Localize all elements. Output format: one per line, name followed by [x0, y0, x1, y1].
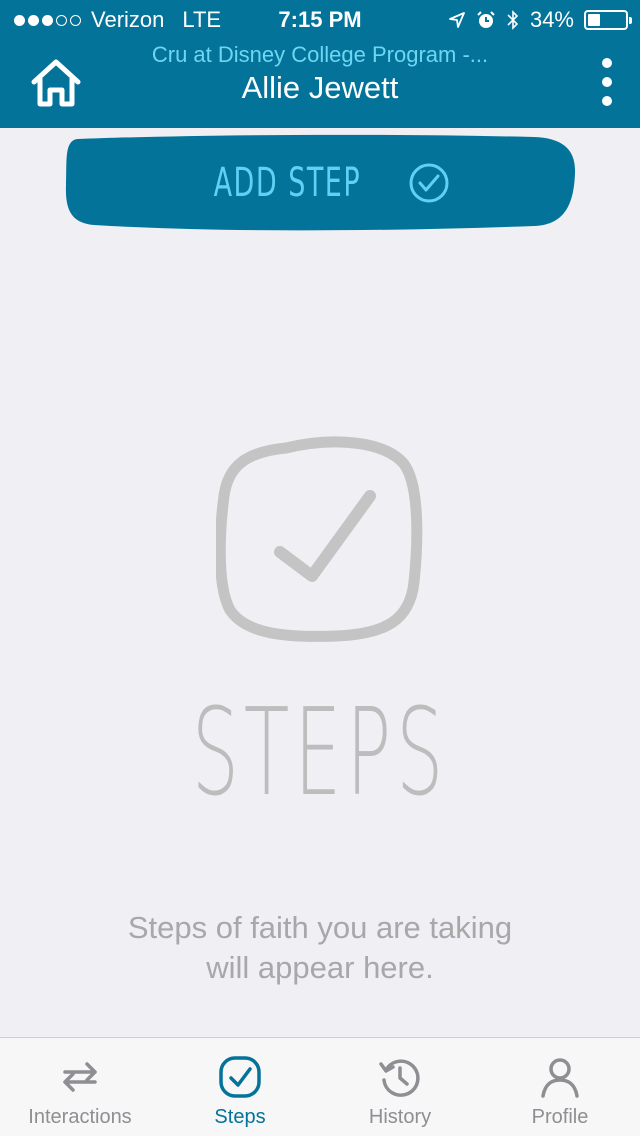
home-icon — [31, 59, 81, 107]
more-vertical-icon — [602, 58, 612, 68]
check-circle-icon — [409, 163, 449, 203]
tab-steps[interactable]: Steps — [160, 1038, 320, 1136]
swap-arrows-icon — [63, 1062, 97, 1092]
tab-bar: Interactions Steps History Profile — [0, 1037, 640, 1136]
alarm-icon — [477, 11, 495, 28]
location-arrow-icon — [449, 12, 465, 28]
check-square-icon — [219, 1056, 261, 1098]
add-step-content: ADD STEP — [64, 133, 576, 233]
app-screen: Verizon LTE 7:15 PM 34% Cru at Disney Co… — [0, 0, 640, 1136]
home-button[interactable] — [28, 56, 84, 110]
tab-label: History — [368, 1106, 432, 1128]
more-options-button[interactable] — [592, 54, 622, 110]
tab-interactions[interactable]: Interactions — [0, 1038, 160, 1136]
empty-state-description: Steps of faith you are taking will appea… — [127, 910, 513, 985]
header: Verizon LTE 7:15 PM 34% Cru at Disney Co… — [0, 0, 640, 128]
group-subtitle: Cru at Disney College Program -... — [151, 42, 489, 67]
person-icon — [541, 1058, 579, 1098]
contact-name-title: Allie Jewett — [241, 70, 399, 105]
tab-history[interactable]: History — [320, 1038, 480, 1136]
add-step-label: ADD STEP — [213, 160, 361, 206]
battery-level — [588, 14, 601, 26]
tab-label: Steps — [214, 1106, 266, 1128]
history-icon — [379, 1059, 420, 1097]
status-bar: Verizon LTE 7:15 PM 34% — [0, 0, 640, 40]
status-right: 34% — [448, 7, 632, 33]
empty-state-title: STEPS — [191, 684, 449, 823]
tab-label: Interactions — [28, 1106, 132, 1128]
bluetooth-icon — [507, 10, 519, 30]
battery-percent: 34% — [529, 7, 574, 32]
add-step-button[interactable]: ADD STEP — [64, 133, 576, 233]
tab-profile[interactable]: Profile — [480, 1038, 640, 1136]
tab-label: Profile — [531, 1106, 589, 1128]
battery-icon — [584, 10, 632, 30]
checkbox-check-icon — [216, 436, 423, 642]
